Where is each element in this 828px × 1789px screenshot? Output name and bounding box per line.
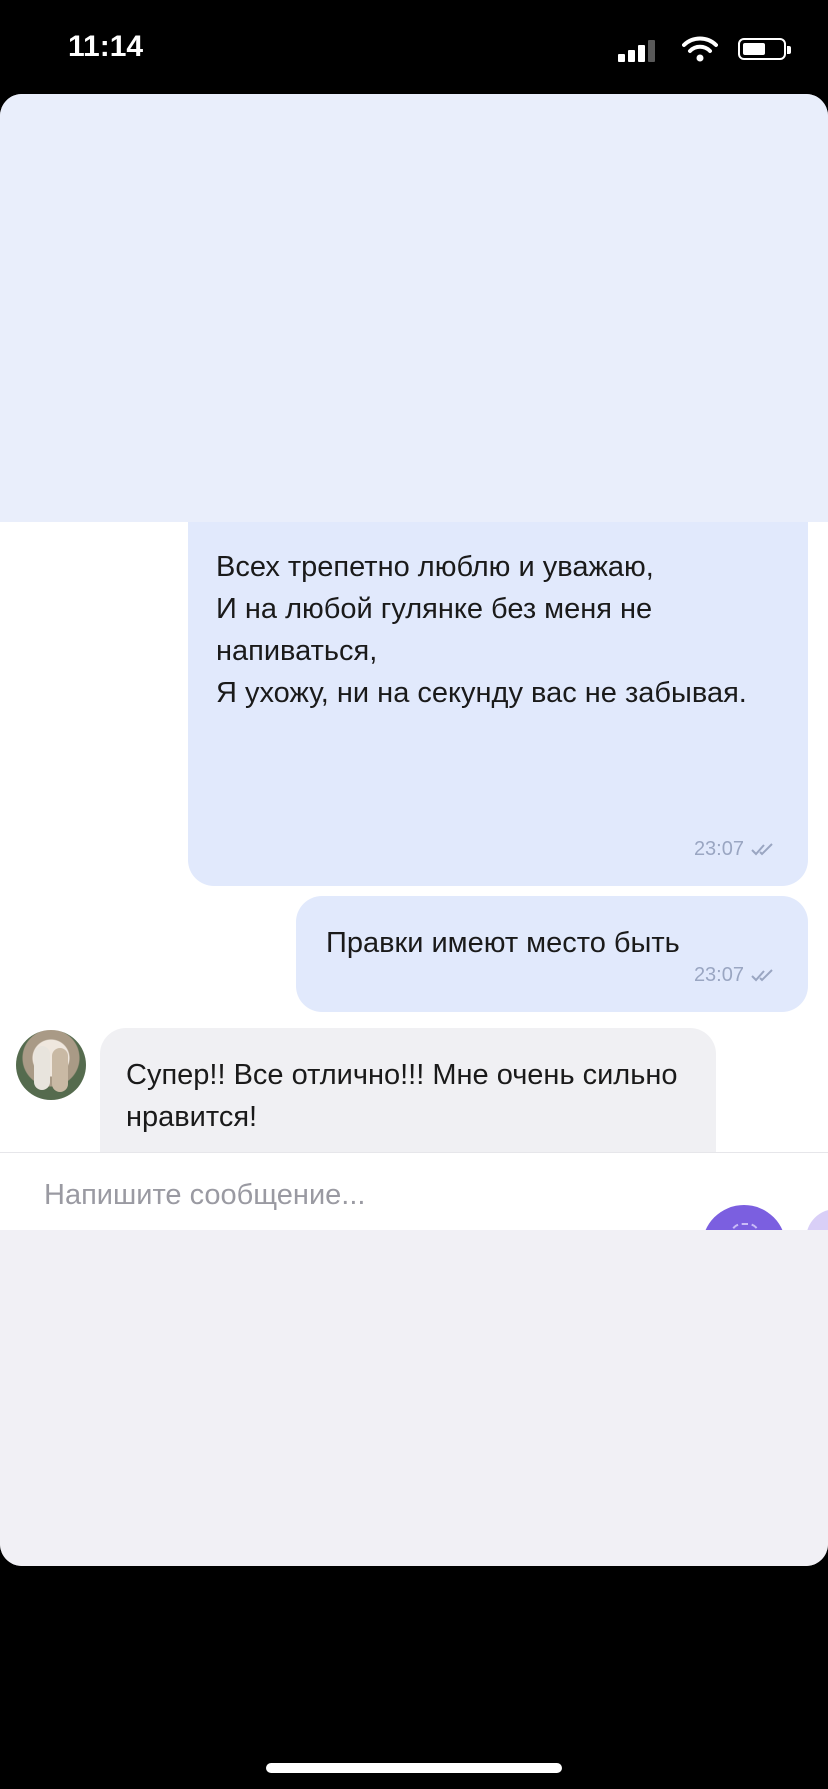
read-check-icon [751,969,773,982]
message-input[interactable]: Напишите сообщение... [44,1179,365,1212]
send-button[interactable] [702,1205,786,1231]
message-time: 23:07 [693,964,744,986]
signal-icon [618,38,662,62]
message-text-cut: Один момент: Наталья ЦУМ [126,1138,508,1146]
outgoing-message[interactable]: Правки имеют место быть 23:07 [296,896,808,1012]
message-text: Всех трепетно люблю и уважаю, И на любой… [216,551,747,709]
home-indicator[interactable] [266,1763,562,1773]
message-meta: 23:07 [694,828,778,870]
message-time: 23:07 [693,838,744,860]
status-time: 11:14 [68,30,144,63]
read-check-icon [751,843,773,856]
incoming-message[interactable]: Супер!! Все отлично!!! Мне очень сильно … [100,1028,716,1152]
message-meta: 23:07 [694,954,778,996]
battery-icon [738,38,791,60]
avatar[interactable] [16,1030,86,1100]
message-text: Супер!! Все отлично!!! Мне очень сильно … [126,1059,678,1133]
composer-bar: Напишите сообщение... [0,1152,828,1231]
outgoing-message[interactable]: Всех трепетно люблю и уважаю, И на любой… [188,522,808,886]
message-list[interactable]: Всех трепетно люблю и уважаю, И на любой… [0,522,828,1152]
attach-icon[interactable] [806,1209,828,1231]
keyboard-placeholder-area [0,1230,828,1566]
wifi-icon [682,36,718,62]
status-bar: 11:14 [0,0,828,94]
chat-screen: Всех трепетно люблю и уважаю, И на любой… [0,94,828,1566]
blurred-header-overlay [0,94,828,522]
